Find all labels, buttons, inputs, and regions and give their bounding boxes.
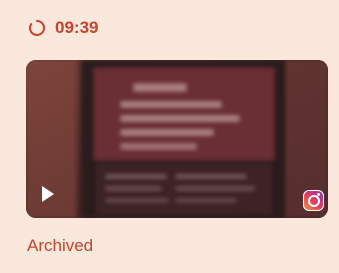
play-icon[interactable] [42,186,54,202]
story-card[interactable]: 09:39 Archived [0,0,339,273]
time-label: 09:39 [55,18,99,37]
card-header: 09:39 [28,18,98,38]
video-thumbnail[interactable] [26,60,328,218]
loading-circle-icon [28,19,46,37]
status-label: Archived [27,236,94,255]
instagram-icon [303,190,324,211]
